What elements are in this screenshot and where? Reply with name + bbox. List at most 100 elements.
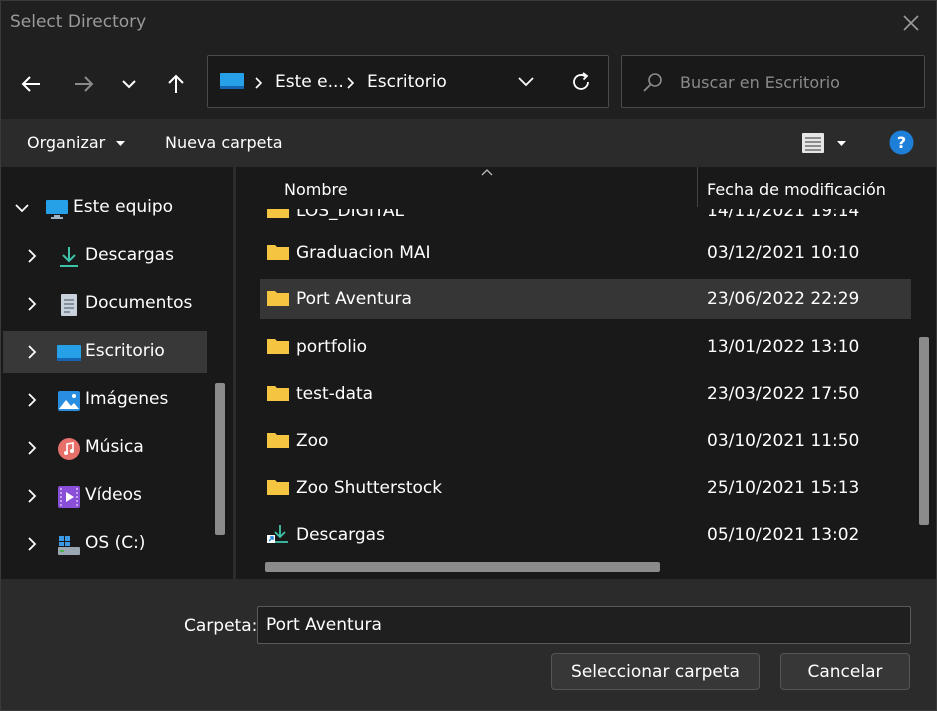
file-date: 13/01/2022 13:10 [707,337,860,357]
file-date: 23/03/2022 17:50 [707,384,860,404]
folder-name-input[interactable] [257,606,911,644]
sidebar-scrollbar[interactable] [215,383,225,535]
file-name: Descargas [296,525,385,545]
videos-icon [58,486,80,508]
breadcrumb-este-equipo[interactable]: Este e... [275,72,344,92]
column-separator[interactable] [697,167,698,207]
cancel-button[interactable]: Cancelar [780,653,910,690]
file-date: 23/06/2022 22:29 [707,289,860,309]
close-icon [903,15,919,31]
title-bar: Select Directory [1,1,936,45]
chevron-right-icon [28,249,37,263]
sort-ascending-icon [481,169,493,176]
file-list-horizontal-scrollbar[interactable] [265,562,660,572]
help-button[interactable]: ? [889,130,914,155]
sidebar-label: Imágenes [85,389,169,409]
folder-icon [267,433,289,448]
caret-down-icon [837,141,846,146]
file-row-zoo[interactable]: Zoo 03/10/2021 11:50 [260,421,911,461]
chevron-right-icon [28,441,37,455]
file-list-vertical-scrollbar[interactable] [919,337,929,525]
sidebar-label: Vídeos [85,485,142,505]
drive-icon [58,536,80,555]
sidebar-item-documentos[interactable]: Documentos [3,283,207,325]
folder-icon [267,386,289,401]
arrow-up-icon [168,74,184,93]
column-nombre[interactable]: Nombre [284,180,348,199]
select-folder-button[interactable]: Seleccionar carpeta [551,653,760,690]
chevron-right-icon [28,297,37,311]
refresh-button[interactable] [563,68,599,96]
sidebar-item-videos[interactable]: Vídeos [3,475,207,517]
file-date: 03/10/2021 11:50 [707,431,860,451]
navigation-pane: Este equipo Descargas Documentos Escrito… [1,167,233,579]
toolbar: Organizar Nueva carpeta ? [1,119,936,167]
view-options-button[interactable] [799,131,851,157]
file-name: Zoo [296,431,329,451]
new-folder-button[interactable]: Nueva carpeta [165,133,283,152]
back-button[interactable] [13,66,49,102]
document-icon [61,294,77,316]
file-row-zoo-shutterstock[interactable]: Zoo Shutterstock 25/10/2021 15:13 [260,468,911,508]
desktop-icon [220,73,244,89]
sidebar-label: Documentos [85,293,193,313]
address-bar[interactable]: Este e... Escritorio [207,55,609,108]
sidebar-item-escritorio[interactable]: Escritorio [3,331,207,373]
file-list: LOS_DIGITAL 14/11/2021 19:14 Nombre Fech… [236,167,936,579]
organize-label: Organizar [27,133,106,152]
chevron-right-icon [347,77,355,89]
chevron-down-icon [122,80,136,89]
file-name: Graduacion MAI [296,243,431,263]
sidebar-label: Descargas [85,245,174,265]
download-icon [60,247,78,267]
file-row-test-data[interactable]: test-data 23/03/2022 17:50 [260,374,911,414]
chevron-down-icon [15,204,29,213]
sidebar-item-este-equipo[interactable]: Este equipo [3,187,207,229]
chevron-right-icon [28,489,37,503]
chevron-right-icon [28,345,37,359]
folder-icon [267,339,289,354]
column-header: Nombre Fecha de modificación [236,167,926,209]
search-input[interactable] [680,71,916,93]
file-date: 05/10/2021 13:02 [707,525,860,545]
sidebar-item-descargas[interactable]: Descargas [3,235,207,277]
organize-button[interactable]: Organizar [27,133,126,152]
sidebar-item-os-c[interactable]: OS (C:) [3,523,207,565]
search-box[interactable] [621,55,925,108]
recent-locations-button[interactable] [111,66,147,102]
computer-icon [46,200,68,219]
sidebar-item-imagenes[interactable]: Imágenes [3,379,207,421]
sidebar-item-musica[interactable]: Música [3,427,207,469]
folder-icon [267,245,289,260]
arrow-right-icon [75,76,94,92]
svg-text:?: ? [897,133,906,152]
chevron-down-icon [518,77,534,87]
navigation-bar: Este e... Escritorio [1,45,936,119]
chevron-right-icon [255,77,263,89]
dialog-footer: Carpeta: Seleccionar carpeta Cancelar [1,579,936,710]
view-list-icon [802,133,824,153]
refresh-icon [573,72,589,90]
file-row-descargas[interactable]: Descargas 05/10/2021 13:02 [260,515,911,555]
chevron-right-icon [28,537,37,551]
file-row-graduacion-mai[interactable]: Graduacion MAI 03/12/2021 10:10 [260,233,911,273]
pictures-icon [58,391,80,411]
sidebar-label: Este equipo [73,197,174,217]
sidebar-label: Escritorio [85,341,165,361]
help-icon: ? [889,130,914,155]
new-folder-label: Nueva carpeta [165,133,283,152]
up-button[interactable] [158,66,194,102]
sidebar-label: OS (C:) [85,533,146,553]
file-name: Port Aventura [296,289,412,309]
file-row-port-aventura[interactable]: Port Aventura 23/06/2022 22:29 [260,279,911,319]
address-history-button[interactable] [508,68,544,96]
column-fecha-modificacion[interactable]: Fecha de modificación [707,180,886,199]
forward-button[interactable] [66,66,102,102]
file-date: 03/12/2021 10:10 [707,243,860,263]
file-name: Zoo Shutterstock [296,478,443,498]
breadcrumb-escritorio[interactable]: Escritorio [367,72,447,92]
caret-down-icon [116,140,126,146]
file-row-portfolio[interactable]: portfolio 13/01/2022 13:10 [260,327,911,367]
close-button[interactable] [894,7,928,39]
folder-icon [267,291,289,306]
